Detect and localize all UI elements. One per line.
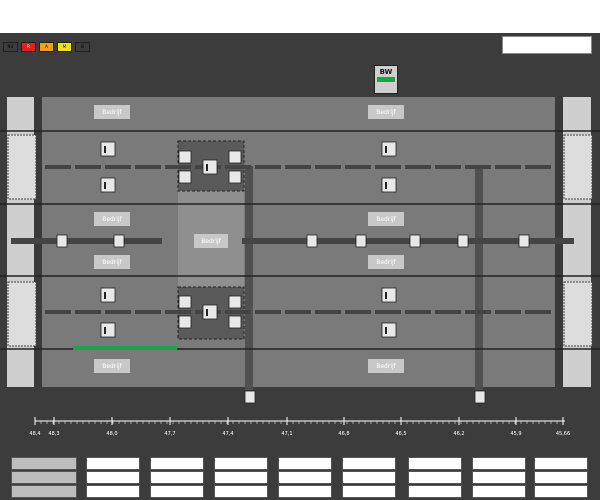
action-button[interactable]	[408, 471, 462, 484]
zone-label[interactable]: Bedrijf	[368, 105, 404, 119]
zone-label[interactable]: Bedrijf	[94, 255, 130, 269]
scale-tick-label: 45,66	[556, 431, 570, 437]
button-row	[0, 454, 600, 500]
action-button[interactable]	[150, 485, 204, 498]
svg-text:Bedrijf: Bedrijf	[376, 363, 396, 370]
zone-label[interactable]: Bedrijf	[368, 359, 404, 373]
zone-label[interactable]: Bedrijf	[368, 255, 404, 269]
zone-label[interactable]: Bedrijf	[194, 234, 228, 248]
svg-text:Bedrijf: Bedrijf	[102, 216, 122, 223]
scale-tick-label: 47,7	[164, 431, 175, 437]
action-button[interactable]	[472, 457, 526, 470]
scale-tick-label: 46,2	[453, 431, 464, 437]
zone-label[interactable]: Bedrijf	[94, 105, 130, 119]
scale-tick-label: 47,4	[222, 431, 233, 437]
action-button[interactable]	[534, 471, 588, 484]
action-button[interactable]	[534, 457, 588, 470]
separator	[475, 166, 483, 390]
action-button[interactable]	[11, 471, 77, 484]
action-button[interactable]	[342, 485, 396, 498]
action-button[interactable]	[342, 471, 396, 484]
scale-ticks: 48,4 48,3 48,0 47,7 47,4 47,1 46,8 46,5 46,2 45,9…	[29, 417, 570, 437]
action-button[interactable]	[214, 457, 268, 470]
action-button[interactable]	[86, 457, 140, 470]
svg-text:Bedrijf: Bedrijf	[102, 363, 122, 370]
svg-text:Bedrijf: Bedrijf	[102, 259, 122, 266]
scale-tick-label: 46,5	[395, 431, 406, 437]
svg-text:Bedrijf: Bedrijf	[376, 216, 396, 223]
action-button[interactable]	[534, 485, 588, 498]
action-button[interactable]	[278, 485, 332, 498]
separator	[245, 166, 253, 390]
svg-text:Bedrijf: Bedrijf	[102, 109, 122, 116]
green-status-bar	[73, 346, 177, 350]
action-button[interactable]	[472, 485, 526, 498]
action-button[interactable]	[86, 471, 140, 484]
action-button[interactable]	[150, 471, 204, 484]
action-button[interactable]	[150, 457, 204, 470]
svg-text:Bedrijf: Bedrijf	[201, 238, 221, 245]
road-canvas: Bedrijf Bedrijf Bedrijf Bedrijf Bedrijf …	[0, 97, 600, 437]
action-button[interactable]	[408, 485, 462, 498]
action-button[interactable]	[278, 471, 332, 484]
zone-label[interactable]: Bedrijf	[94, 212, 130, 226]
action-button[interactable]	[408, 457, 462, 470]
action-button[interactable]	[342, 457, 396, 470]
scale-tick-label: 45,9	[510, 431, 521, 437]
action-button[interactable]	[86, 485, 140, 498]
action-button[interactable]	[11, 457, 77, 470]
action-button[interactable]	[214, 485, 268, 498]
zone-label[interactable]: Bedrijf	[368, 212, 404, 226]
svg-text:Bedrijf: Bedrijf	[376, 259, 396, 266]
scale-tick-label: 47,1	[281, 431, 292, 437]
svg-text:Bedrijf: Bedrijf	[376, 109, 396, 116]
scale-tick-label: 46,8	[338, 431, 349, 437]
action-button[interactable]	[11, 485, 77, 498]
action-button[interactable]	[214, 471, 268, 484]
scale-tick-label: 48,3	[48, 431, 59, 437]
action-button[interactable]	[472, 471, 526, 484]
scale-tick-label: 48,4	[29, 431, 40, 437]
scale-tick-label: 48,0	[106, 431, 117, 437]
zone-label[interactable]: Bedrijf	[94, 359, 130, 373]
action-button[interactable]	[278, 457, 332, 470]
